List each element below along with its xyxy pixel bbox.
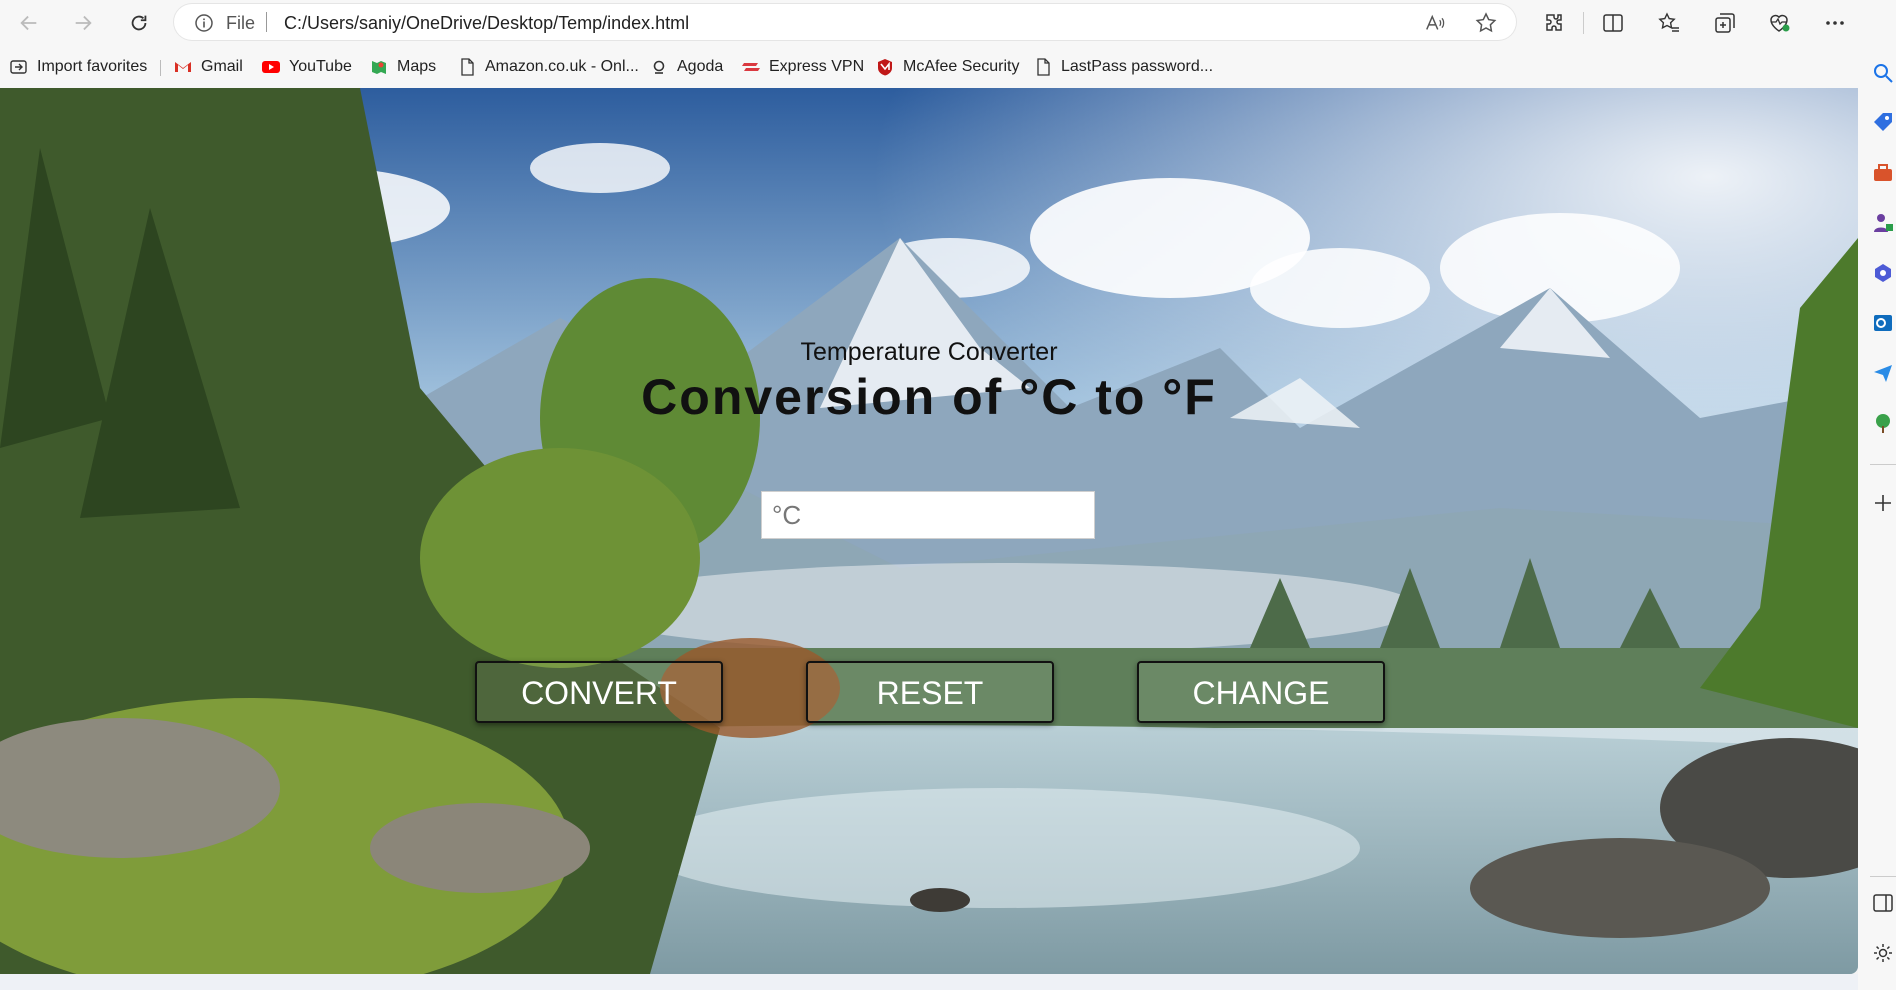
split-screen-button[interactable]	[1600, 10, 1626, 36]
info-icon[interactable]	[194, 13, 214, 33]
page-icon	[461, 58, 474, 76]
tools-icon[interactable]	[1872, 162, 1894, 184]
read-aloud-icon[interactable]	[1424, 12, 1446, 34]
favorite-amazon[interactable]: Amazon.co.uk - Onl...	[458, 56, 639, 78]
convert-button[interactable]: CONVERT	[475, 661, 723, 723]
favorite-mcafee[interactable]: McAfee Security	[876, 56, 1019, 78]
send-icon[interactable]	[1872, 362, 1894, 384]
favorite-gmail[interactable]: Gmail	[174, 56, 243, 78]
toolbar-divider	[1583, 12, 1584, 34]
mcafee-icon	[878, 59, 892, 76]
gear-icon[interactable]	[1872, 942, 1894, 964]
address-separator	[266, 12, 267, 32]
settings-more-button[interactable]	[1822, 10, 1848, 36]
page-title: Conversion of °C to °F	[641, 369, 1217, 425]
gmail-icon	[175, 62, 191, 72]
collections-icon	[1715, 13, 1735, 33]
shopping-tag-icon[interactable]	[1872, 112, 1894, 134]
maps-icon	[372, 61, 386, 74]
favorite-expressvpn[interactable]: Express VPN	[742, 56, 864, 78]
favorite-label: Amazon.co.uk - Onl...	[485, 58, 639, 75]
browser-toolbar: File C:/Users/saniy/OneDrive/Desktop/Tem…	[0, 0, 1896, 46]
games-icon[interactable]	[1872, 212, 1894, 234]
favorite-youtube[interactable]: YouTube	[262, 56, 352, 78]
expressvpn-icon	[742, 63, 760, 71]
refresh-button[interactable]	[124, 8, 154, 38]
outlook-icon[interactable]	[1872, 312, 1894, 334]
extensions-button[interactable]	[1541, 10, 1567, 36]
arrow-left-icon	[20, 15, 37, 31]
reset-button[interactable]: RESET	[806, 661, 1054, 723]
more-dots-icon	[1826, 21, 1844, 25]
page-subtitle: Temperature Converter	[800, 338, 1058, 366]
sidebar-divider	[1870, 876, 1896, 877]
favorite-label: Maps	[397, 58, 437, 75]
favorite-agoda[interactable]: Agoda	[650, 56, 723, 78]
favorite-label: McAfee Security	[903, 58, 1020, 75]
favorite-label: Gmail	[201, 58, 243, 75]
page-icon	[1037, 58, 1050, 76]
window-bottom-strip	[0, 974, 1858, 990]
change-button[interactable]: CHANGE	[1137, 661, 1385, 723]
favorites-star-list-icon	[1658, 12, 1679, 32]
browser-essentials-button[interactable]	[1766, 10, 1792, 36]
address-url[interactable]: C:/Users/saniy/OneDrive/Desktop/Temp/ind…	[284, 13, 689, 34]
celsius-input[interactable]	[761, 491, 1095, 539]
arrow-right-icon	[75, 15, 92, 31]
page-viewport: Temperature Converter Conversion of °C t…	[0, 88, 1858, 974]
favorite-maps[interactable]: Maps	[370, 56, 436, 78]
puzzle-icon	[1546, 14, 1562, 31]
favorites-button[interactable]	[1656, 10, 1682, 36]
favorite-lastpass[interactable]: LastPass password...	[1034, 56, 1213, 78]
refresh-icon	[131, 15, 147, 31]
favorite-label: Agoda	[677, 58, 724, 75]
search-icon[interactable]	[1872, 62, 1894, 84]
favorite-import[interactable]: Import favorites	[10, 56, 147, 78]
favorite-label: Import favorites	[37, 58, 148, 75]
back-button[interactable]	[14, 8, 44, 38]
address-bar[interactable]: File C:/Users/saniy/OneDrive/Desktop/Tem…	[174, 4, 1516, 40]
sidebar-toggle-icon[interactable]	[1872, 892, 1894, 914]
address-scheme-label: File	[226, 13, 256, 33]
heart-pulse-icon	[1770, 14, 1790, 32]
favorites-bar: Import favorites Gmail YouTube Maps Amaz…	[0, 46, 1896, 88]
collections-button[interactable]	[1712, 10, 1738, 36]
favorite-label: YouTube	[289, 58, 352, 75]
youtube-icon	[262, 61, 280, 73]
forward-button[interactable]	[68, 8, 98, 38]
browser-sidebar	[1858, 46, 1896, 990]
copilot-icon[interactable]	[1872, 262, 1894, 284]
tree-icon[interactable]	[1872, 412, 1894, 434]
split-screen-icon	[1603, 14, 1623, 32]
sidebar-divider	[1870, 464, 1896, 465]
favorites-separator	[160, 60, 161, 76]
plus-icon[interactable]	[1872, 492, 1894, 514]
favorite-label: Express VPN	[769, 58, 865, 75]
favorite-label: LastPass password...	[1061, 58, 1214, 75]
favorite-star-icon[interactable]	[1474, 11, 1498, 35]
agoda-icon	[653, 60, 665, 74]
import-icon	[10, 60, 27, 74]
